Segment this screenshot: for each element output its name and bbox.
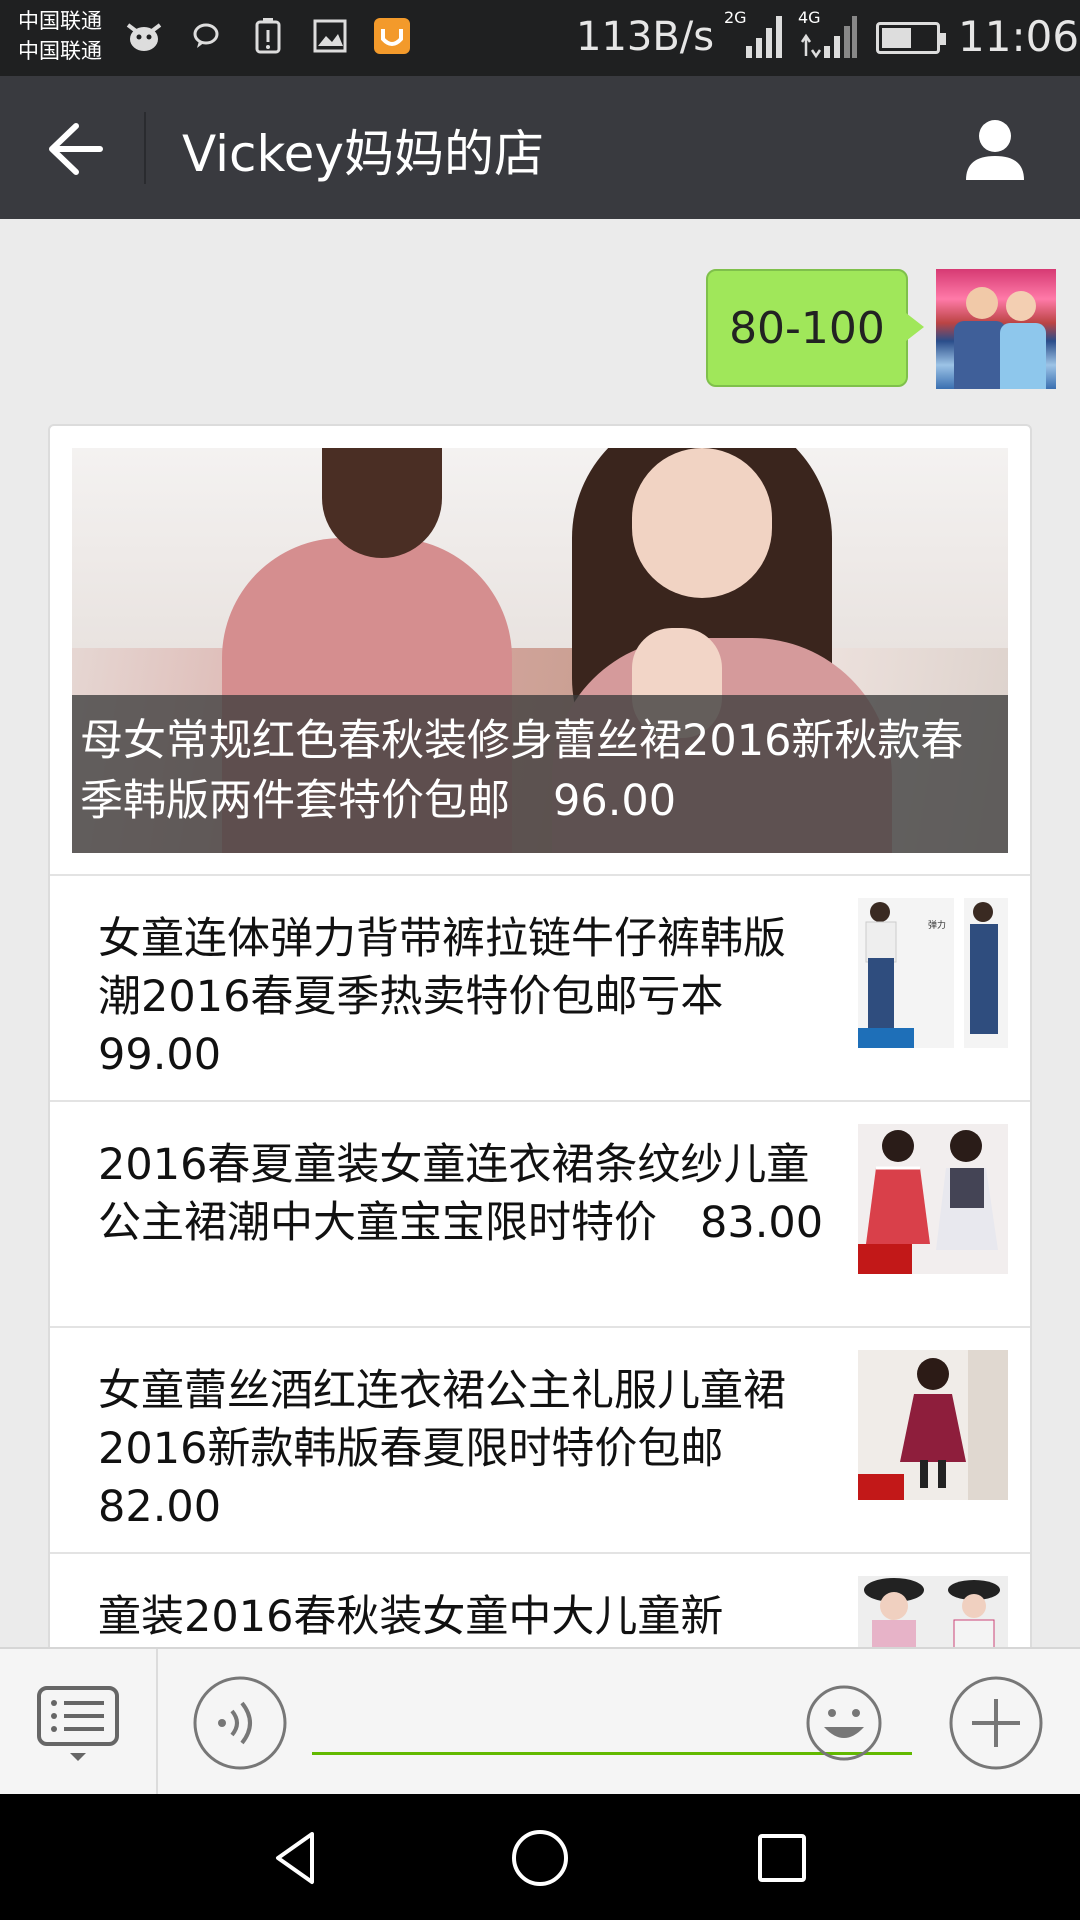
voice-input-button[interactable] [192, 1675, 288, 1771]
product-thumbnail [858, 1124, 1008, 1274]
signal-2g-label: 2G [724, 8, 747, 27]
title-bar: Vickey妈妈的店 [0, 76, 1080, 219]
product-caption: 童装2016春秋装女童中大儿童新 [98, 1592, 724, 1642]
product-item[interactable]: 女童蕾丝酒红连衣裙公主礼服儿童裙2016新款韩版春夏限时特价包邮 82.00 [50, 1326, 1030, 1552]
signal-4g-label: 4G [798, 8, 821, 27]
chat-info-button[interactable] [960, 114, 1030, 184]
product-caption: 女童蕾丝酒红连衣裙公主礼服儿童裙2016新款韩版春夏限时特价包邮 82.00 [98, 1366, 786, 1532]
chat-area[interactable]: 80-100 母女常规红色春秋装修身蕾丝裙2016新秋款春季韩版两件套特价包邮 … [0, 219, 1080, 1647]
featured-product-caption: 母女常规红色春秋装修身蕾丝裙2016新秋款春季韩版两件套特价包邮 96.00 [72, 695, 1008, 853]
product-item[interactable]: 女童连体弹力背带裤拉链牛仔裤韩版潮2016春夏季热卖特价包邮亏本 99.00 弹… [50, 874, 1030, 1100]
cow-app-icon [124, 16, 164, 56]
didi-app-icon [372, 16, 412, 56]
back-arrow-icon [49, 123, 103, 175]
battery-icon [876, 22, 946, 54]
system-nav-bar [0, 1794, 1080, 1920]
emoji-button[interactable] [804, 1683, 884, 1763]
product-news-card: 母女常规红色春秋装修身蕾丝裙2016新秋款春季韩版两件套特价包邮 96.00 女… [48, 424, 1032, 1647]
product-item[interactable]: 2016春夏童装女童连衣裙条纹纱儿童公主裙潮中大童宝宝限时特价 83.00 [50, 1100, 1030, 1326]
signal-2g-icon: 2G [724, 8, 784, 60]
product-thumbnail [858, 1350, 1008, 1500]
product-thumbnail [858, 1576, 1008, 1647]
featured-product[interactable]: 母女常规红色春秋装修身蕾丝裙2016新秋款春季韩版两件套特价包邮 96.00 [72, 448, 1008, 853]
sent-message-bubble[interactable]: 80-100 [706, 269, 924, 387]
plus-icon [949, 1676, 1043, 1770]
input-bar-divider [156, 1649, 158, 1796]
smiley-icon [806, 1685, 882, 1761]
person-icon [966, 120, 1024, 180]
clock: 11:06 [958, 12, 1080, 61]
carrier-info: 中国联通 中国联通 [18, 6, 102, 66]
voice-icon [193, 1676, 287, 1770]
signal-4g-icon: 4G [798, 8, 858, 60]
nav-home-button[interactable] [508, 1826, 572, 1890]
carrier-2: 中国联通 [18, 39, 102, 63]
nav-recents-button[interactable] [750, 1826, 814, 1890]
carrier-1: 中国联通 [18, 9, 102, 33]
square-recents-icon [758, 1834, 806, 1882]
network-speed: 113B/s [576, 14, 715, 60]
input-bar [0, 1647, 1080, 1796]
circle-home-icon [512, 1830, 568, 1886]
user-avatar[interactable] [936, 269, 1056, 389]
notification-icons [124, 16, 412, 56]
triangle-back-icon [276, 1832, 314, 1884]
title-divider [144, 112, 146, 184]
status-bar: 中国联通 中国联通 113B/s 2G 4G 11:06 [0, 0, 1080, 76]
product-caption: 2016春夏童装女童连衣裙条纹纱儿童公主裙潮中大童宝宝限时特价 83.00 [98, 1140, 824, 1248]
page-title: Vickey妈妈的店 [182, 125, 545, 183]
back-button[interactable] [36, 112, 110, 186]
product-caption: 女童连体弹力背带裤拉链牛仔裤韩版潮2016春夏季热卖特价包邮亏本 99.00 [98, 914, 786, 1080]
chat-bubble-icon [186, 16, 226, 56]
svg-text:弹力: 弹力 [928, 919, 946, 931]
image-icon [310, 16, 350, 56]
more-actions-button[interactable] [948, 1675, 1044, 1771]
product-item[interactable]: 童装2016春秋装女童中大儿童新 [50, 1552, 1030, 1647]
list-menu-icon [37, 1686, 119, 1761]
product-thumbnail: 弹力 [858, 898, 1008, 1048]
battery-warning-icon [248, 16, 288, 56]
nav-back-button[interactable] [266, 1826, 330, 1890]
service-menu-button[interactable] [36, 1685, 120, 1765]
